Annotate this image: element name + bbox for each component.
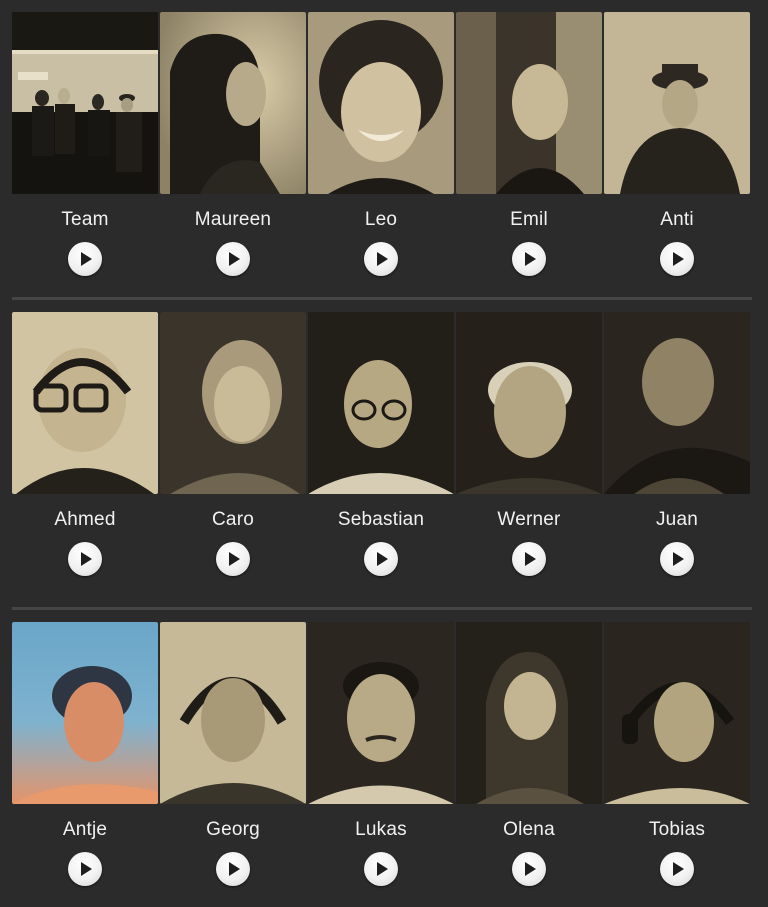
gallery-row-1: Team Maureen Leo Emil Anti — [0, 12, 768, 302]
person-name: Maureen — [194, 209, 272, 230]
portrait-photo[interactable] — [604, 312, 750, 494]
play-button-sebastian[interactable] — [364, 542, 398, 576]
play-icon — [377, 862, 388, 876]
play-button-emil[interactable] — [512, 242, 546, 276]
play-button-antje[interactable] — [68, 852, 102, 886]
portrait-photo[interactable] — [308, 622, 454, 804]
portrait-photo[interactable] — [456, 12, 602, 194]
person-card-leo[interactable]: Leo — [308, 12, 454, 302]
play-icon — [377, 252, 388, 266]
person-name: Juan — [655, 509, 698, 530]
portrait-photo[interactable] — [160, 312, 306, 494]
person-name: Sebastian — [337, 509, 425, 530]
play-button-leo[interactable] — [364, 242, 398, 276]
play-icon — [673, 862, 684, 876]
row-divider — [12, 297, 752, 300]
play-icon — [525, 862, 536, 876]
play-button-werner[interactable] — [512, 542, 546, 576]
play-button-tobias[interactable] — [660, 852, 694, 886]
play-button-olena[interactable] — [512, 852, 546, 886]
play-icon — [229, 552, 240, 566]
play-button-ahmed[interactable] — [68, 542, 102, 576]
person-name: Georg — [206, 819, 260, 840]
play-button-team[interactable] — [68, 242, 102, 276]
play-button-anti[interactable] — [660, 242, 694, 276]
person-card-team[interactable]: Team — [12, 12, 158, 302]
portrait-photo[interactable] — [604, 12, 750, 194]
play-icon — [673, 552, 684, 566]
portrait-photo[interactable] — [12, 312, 158, 494]
play-button-juan[interactable] — [660, 542, 694, 576]
person-card-emil[interactable]: Emil — [456, 12, 602, 302]
play-icon — [229, 252, 240, 266]
person-card-ahmed[interactable]: Ahmed — [12, 312, 158, 602]
portrait-photo[interactable] — [456, 312, 602, 494]
play-icon — [81, 552, 92, 566]
row-divider — [12, 607, 752, 610]
play-icon — [673, 252, 684, 266]
person-card-antje[interactable]: Antje — [12, 622, 158, 907]
portrait-photo[interactable] — [308, 12, 454, 194]
portrait-photo[interactable] — [160, 622, 306, 804]
person-card-lukas[interactable]: Lukas — [308, 622, 454, 907]
person-card-juan[interactable]: Juan — [604, 312, 750, 602]
person-name: Tobias — [648, 819, 706, 840]
play-button-lukas[interactable] — [364, 852, 398, 886]
person-name: Ahmed — [54, 509, 116, 530]
person-name: Antje — [62, 819, 108, 840]
person-card-georg[interactable]: Georg — [160, 622, 306, 907]
play-icon — [81, 862, 92, 876]
person-card-tobias[interactable]: Tobias — [604, 622, 750, 907]
person-card-anti[interactable]: Anti — [604, 12, 750, 302]
person-name: Leo — [364, 209, 398, 230]
play-button-maureen[interactable] — [216, 242, 250, 276]
person-card-olena[interactable]: Olena — [456, 622, 602, 907]
portrait-photo[interactable] — [456, 622, 602, 804]
play-icon — [525, 252, 536, 266]
person-card-werner[interactable]: Werner — [456, 312, 602, 602]
portrait-photo[interactable] — [160, 12, 306, 194]
group-photo[interactable] — [12, 12, 158, 194]
person-name: Olena — [503, 819, 555, 840]
person-card-sebastian[interactable]: Sebastian — [308, 312, 454, 602]
portrait-photo[interactable] — [604, 622, 750, 804]
person-name: Lukas — [355, 819, 407, 840]
portrait-photo[interactable] — [308, 312, 454, 494]
play-icon — [525, 552, 536, 566]
person-name: Werner — [497, 509, 561, 530]
play-icon — [377, 552, 388, 566]
audio-portrait-gallery: Team Maureen Leo Emil Anti Ahmed Caro Se… — [0, 0, 768, 907]
play-button-caro[interactable] — [216, 542, 250, 576]
gallery-row-3: Antje Georg Lukas Olena Tobias — [0, 622, 768, 907]
play-icon — [229, 862, 240, 876]
play-icon — [81, 252, 92, 266]
person-name: Emil — [510, 209, 548, 230]
portrait-photo-colored[interactable] — [12, 622, 158, 804]
person-card-caro[interactable]: Caro — [160, 312, 306, 602]
person-name: Caro — [212, 509, 254, 530]
person-card-maureen[interactable]: Maureen — [160, 12, 306, 302]
person-name: Team — [61, 209, 109, 230]
play-button-georg[interactable] — [216, 852, 250, 886]
gallery-row-2: Ahmed Caro Sebastian Werner Juan — [0, 312, 768, 602]
person-name: Anti — [660, 209, 694, 230]
